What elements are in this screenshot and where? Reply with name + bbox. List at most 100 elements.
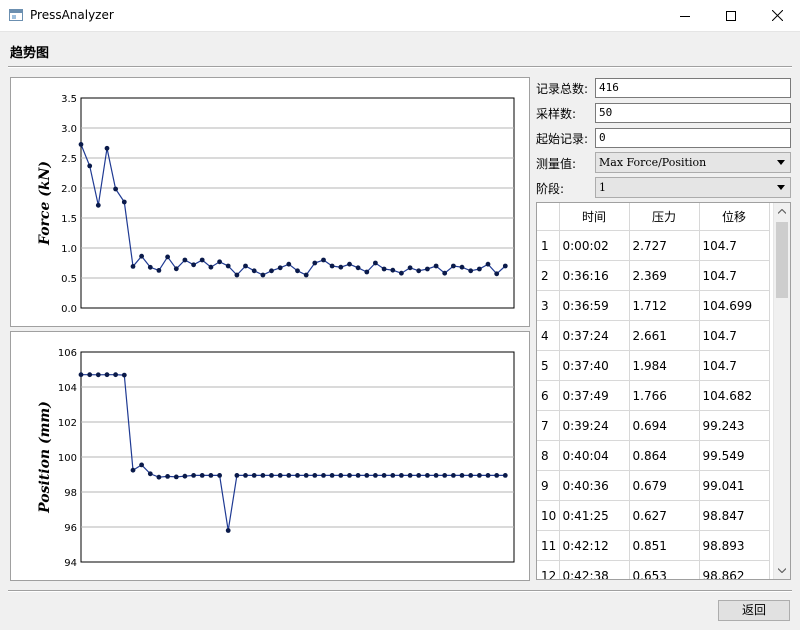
row-number-cell: 12 bbox=[537, 560, 560, 579]
data-point bbox=[208, 264, 214, 270]
data-point bbox=[485, 473, 491, 478]
row-number-header bbox=[537, 203, 560, 231]
data-point bbox=[502, 473, 508, 478]
y-tick-label: 100 bbox=[58, 453, 77, 464]
total-records-field[interactable]: 416 bbox=[595, 78, 791, 98]
data-point bbox=[442, 270, 448, 276]
table-row[interactable]: 9 0:40:36 0.679 99.041 bbox=[537, 470, 770, 501]
data-point bbox=[95, 372, 101, 378]
data-point bbox=[217, 259, 223, 265]
data-point bbox=[321, 257, 326, 263]
scroll-thumb[interactable] bbox=[776, 222, 788, 298]
position-cell: 104.7 bbox=[699, 230, 770, 261]
data-point bbox=[425, 266, 430, 272]
force-cell: 1.984 bbox=[629, 350, 700, 381]
data-point bbox=[87, 163, 93, 169]
data-point bbox=[303, 473, 309, 478]
table-row[interactable]: 1 0:00:02 2.727 104.7 bbox=[537, 230, 770, 261]
table-row[interactable]: 5 0:37:40 1.984 104.7 bbox=[537, 350, 770, 381]
time-cell: 0:37:24 bbox=[559, 320, 630, 351]
data-point bbox=[78, 372, 84, 378]
y-tick-label: 104 bbox=[58, 383, 77, 394]
data-point bbox=[286, 261, 292, 267]
chevron-up-icon bbox=[778, 209, 786, 214]
chevron-down-icon bbox=[777, 160, 785, 165]
data-point bbox=[78, 142, 84, 147]
force-cell: 0.864 bbox=[629, 440, 700, 471]
top-divider bbox=[8, 66, 792, 68]
table-scrollbar[interactable] bbox=[773, 203, 790, 579]
time-column-header[interactable]: 时间 bbox=[559, 203, 630, 231]
table-row[interactable]: 6 0:37:49 1.766 104.682 bbox=[537, 380, 770, 411]
table-row[interactable]: 8 0:40:04 0.864 99.549 bbox=[537, 440, 770, 471]
data-point bbox=[425, 473, 430, 478]
table-row[interactable]: 10 0:41:25 0.627 98.847 bbox=[537, 500, 770, 531]
data-point bbox=[147, 471, 153, 477]
row-number-cell: 7 bbox=[537, 410, 560, 441]
data-point bbox=[338, 473, 344, 478]
data-point bbox=[390, 473, 396, 478]
time-cell: 0:39:24 bbox=[559, 410, 630, 441]
scroll-down-button[interactable] bbox=[774, 562, 790, 579]
position-cell: 99.041 bbox=[699, 470, 770, 501]
table-header-row: 时间 压力 位移 bbox=[537, 203, 770, 231]
data-point bbox=[277, 265, 283, 271]
data-point bbox=[156, 268, 162, 273]
table-row[interactable]: 7 0:39:24 0.694 99.243 bbox=[537, 410, 770, 441]
y-tick-label: 0.0 bbox=[61, 304, 77, 315]
position-cell: 104.699 bbox=[699, 290, 770, 321]
table-row[interactable]: 3 0:36:59 1.712 104.699 bbox=[537, 290, 770, 321]
data-point bbox=[416, 268, 422, 274]
position-cell: 104.7 bbox=[699, 260, 770, 291]
row-number-cell: 2 bbox=[537, 260, 560, 291]
app-icon bbox=[9, 9, 23, 21]
data-point bbox=[399, 270, 404, 276]
y-tick-label: 3.5 bbox=[61, 94, 77, 105]
data-point bbox=[191, 473, 197, 478]
scroll-up-button[interactable] bbox=[774, 203, 790, 220]
sample-count-field[interactable]: 50 bbox=[595, 103, 791, 123]
data-point bbox=[260, 473, 266, 478]
data-point bbox=[347, 261, 352, 267]
minimize-button[interactable] bbox=[662, 0, 708, 31]
time-cell: 0:36:16 bbox=[559, 260, 630, 291]
close-button[interactable] bbox=[754, 0, 800, 31]
force-cell: 0.679 bbox=[629, 470, 700, 501]
data-point bbox=[364, 269, 370, 275]
data-point bbox=[459, 264, 465, 270]
bottom-divider bbox=[8, 590, 792, 592]
data-point bbox=[104, 372, 110, 378]
maximize-button[interactable] bbox=[708, 0, 754, 31]
position-cell: 104.7 bbox=[699, 320, 770, 351]
data-point bbox=[295, 473, 300, 478]
data-point bbox=[390, 267, 396, 273]
measure-select[interactable]: Max Force/Position bbox=[595, 152, 791, 173]
back-button[interactable]: 返回 bbox=[718, 600, 790, 621]
title-bar: PressAnalyzer bbox=[0, 0, 800, 32]
force-column-header[interactable]: 压力 bbox=[629, 203, 700, 231]
stage-select[interactable]: 1 bbox=[595, 177, 791, 198]
row-number-cell: 8 bbox=[537, 440, 560, 471]
records-table[interactable]: 时间 压力 位移 1 0:00:02 2.727 104.7 2 0:36:16 2.369… bbox=[536, 202, 791, 580]
time-cell: 0:00:02 bbox=[559, 230, 630, 261]
table-row[interactable]: 4 0:37:24 2.661 104.7 bbox=[537, 320, 770, 351]
stage-label: 阶段: bbox=[536, 182, 565, 196]
force-chart-panel: 0.0 0.5 1.0 1.5 2.0 2.5 3.0 3.5 Force (kN) bbox=[10, 77, 530, 327]
data-point bbox=[468, 473, 474, 478]
table-row[interactable]: 2 0:36:16 2.369 104.7 bbox=[537, 260, 770, 291]
data-point bbox=[243, 263, 248, 269]
row-number-cell: 10 bbox=[537, 500, 560, 531]
data-point bbox=[312, 260, 318, 266]
data-point bbox=[468, 268, 474, 274]
table-row[interactable]: 11 0:42:12 0.851 98.893 bbox=[537, 530, 770, 561]
force-cell: 1.766 bbox=[629, 380, 700, 411]
position-column-header[interactable]: 位移 bbox=[699, 203, 770, 231]
position-cell: 104.7 bbox=[699, 350, 770, 381]
table-row[interactable]: 12 0:42:38 0.653 98.862 bbox=[537, 560, 770, 579]
data-point bbox=[234, 473, 240, 478]
start-record-field[interactable]: 0 bbox=[595, 128, 791, 148]
data-point bbox=[225, 528, 231, 533]
close-icon bbox=[771, 10, 783, 21]
data-point bbox=[173, 474, 179, 480]
position-chart: 94 96 98 100 102 104 106 Position (mm) bbox=[37, 348, 515, 569]
